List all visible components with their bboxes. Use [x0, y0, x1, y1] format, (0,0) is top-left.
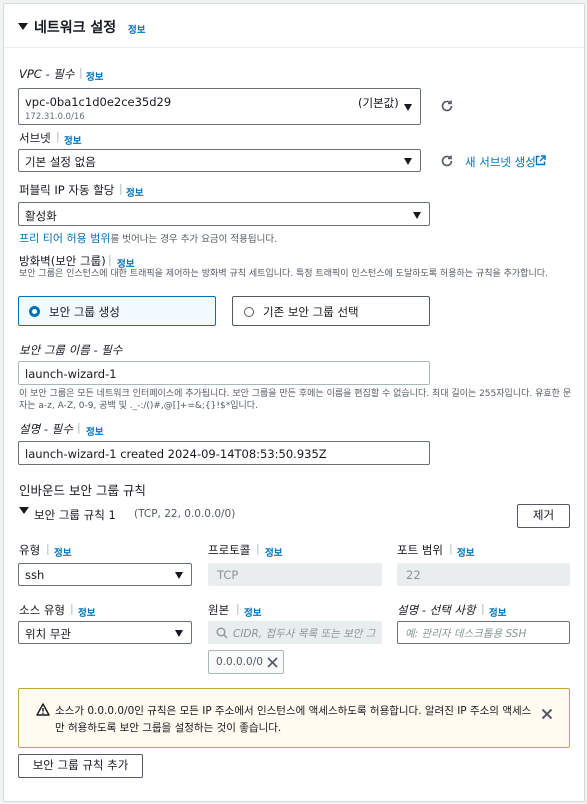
description-label-text: 설명 - 필수: [19, 422, 73, 436]
source-type-value: 위치 무관: [25, 627, 71, 641]
rule-summary: (TCP, 22, 0.0.0.0/0): [134, 508, 236, 520]
description-label: 설명 - 필수: [19, 421, 73, 437]
firewall-description: 보안 그룹은 인스턴스에 대한 트래픽을 제어하는 방화벽 규칙 세트입니다. …: [19, 269, 548, 279]
divider: |: [236, 602, 240, 615]
radio-unselected-icon: [244, 307, 254, 317]
type-value: ssh: [25, 568, 45, 582]
collapse-caret-icon[interactable]: [18, 23, 28, 30]
radio-existing-sg-label: 기존 보안 그룹 선택: [263, 305, 359, 319]
source-type-select[interactable]: 위치 무관: [18, 621, 192, 644]
chevron-down-icon: [175, 630, 183, 637]
network-settings-panel: 네트워크 설정 정보 VPC - 필수 | 정보 vpc-0ba1c1d0e2c…: [3, 3, 585, 802]
chevron-down-icon: [175, 572, 183, 579]
rule-title: 보안 그룹 규칙 1: [34, 508, 116, 522]
warning-alert: 소스가 0.0.0.0/0인 규칙은 모든 IP 주소에서 인스턴스에 액세스하…: [18, 688, 570, 748]
subnet-select[interactable]: 기본 설정 없음: [18, 149, 421, 172]
public-ip-value: 활성화: [25, 209, 57, 223]
divider: |: [256, 542, 260, 555]
description-input[interactable]: launch-wizard-1 created 2024-09-14T08:53…: [18, 441, 430, 465]
source-label: 원본: [208, 603, 230, 617]
radio-create-sg-label: 보안 그룹 생성: [49, 305, 120, 319]
public-ip-label: 퍼블릭 IP 자동 할당: [19, 183, 115, 197]
divider: |: [119, 182, 123, 195]
type-label: 유형: [19, 543, 41, 557]
rule-desc-label-text: 설명 - 선택 사항: [397, 603, 476, 617]
rule-desc-label: 설명 - 선택 사항: [397, 602, 476, 618]
divider: |: [108, 253, 112, 266]
refresh-icon[interactable]: [440, 99, 454, 113]
chevron-down-icon: [404, 158, 412, 165]
close-icon[interactable]: [541, 708, 553, 723]
port-label: 포트 범위: [397, 543, 443, 557]
public-ip-select[interactable]: 활성화: [18, 202, 430, 226]
rule-collapse-caret-icon[interactable]: [19, 507, 29, 514]
section-header: 네트워크 설정 정보: [4, 4, 584, 48]
source-search-input[interactable]: CIDR, 접두사 목록 또는 보안 그: [208, 621, 382, 644]
sg-name-label: 보안 그룹 이름 - 필수: [19, 342, 122, 358]
section-title: 네트워크 설정: [34, 20, 117, 36]
warning-text: 소스가 0.0.0.0/0인 규칙은 모든 IP 주소에서 인스턴스에 액세스하…: [55, 705, 532, 734]
radio-existing-sg[interactable]: 기존 보안 그룹 선택: [232, 296, 430, 326]
inbound-title: 인바운드 보안 그룹 규칙: [19, 483, 146, 498]
subnet-label: 서브넷: [19, 131, 51, 145]
public-ip-info-link[interactable]: 정보: [126, 185, 143, 199]
subnet-info-link[interactable]: 정보: [64, 133, 81, 147]
vpc-label-text: VPC - 필수: [19, 67, 75, 81]
sg-name-label-text: 보안 그룹 이름 - 필수: [19, 343, 123, 357]
section-info-link[interactable]: 정보: [128, 22, 145, 36]
radio-create-sg[interactable]: 보안 그룹 생성: [18, 296, 216, 326]
vpc-cidr: 172.31.0.0/16: [25, 112, 85, 122]
free-tier-note: 프리 티어 허용 범위를 벗어나는 경우 추가 요금이 적용됩니다.: [19, 230, 277, 246]
protocol-label: 프로토콜: [208, 543, 251, 557]
free-tier-text: 를 벗어나는 경우 추가 요금이 적용됩니다.: [110, 234, 278, 245]
source-token-value: 0.0.0.0/0: [216, 656, 263, 668]
remove-rule-button[interactable]: 제거: [517, 504, 570, 528]
divider: |: [46, 542, 50, 555]
new-subnet-link[interactable]: 새 서브넷 생성: [465, 154, 536, 170]
vpc-value: vpc-0ba1c1d0e2ce35d29: [25, 95, 172, 109]
rule-desc-placeholder: 예: 관리자 데스크톱용 SSH: [405, 628, 527, 640]
external-link-icon[interactable]: [535, 155, 546, 169]
type-select[interactable]: ssh: [18, 563, 192, 586]
protocol-input: TCP: [208, 563, 382, 586]
chevron-down-icon: [404, 104, 412, 111]
token-dismiss-icon[interactable]: [267, 657, 278, 671]
chevron-down-icon: [413, 212, 421, 219]
source-type-info-link[interactable]: 정보: [78, 605, 95, 619]
divider: |: [70, 602, 74, 615]
description-info-link[interactable]: 정보: [86, 424, 103, 438]
divider: |: [481, 602, 485, 615]
vpc-label: VPC - 필수: [19, 66, 74, 82]
rule-desc-info-link[interactable]: 정보: [489, 605, 506, 619]
vpc-select[interactable]: vpc-0ba1c1d0e2ce35d29 (기본값) 172.31.0.0/1…: [18, 88, 421, 125]
source-token: 0.0.0.0/0: [208, 650, 284, 674]
rule-desc-input[interactable]: 예: 관리자 데스크톱용 SSH: [397, 621, 570, 644]
divider: |: [56, 130, 60, 143]
source-type-label: 소스 유형: [19, 603, 65, 617]
warning-icon: [36, 703, 50, 719]
divider: |: [79, 66, 83, 79]
protocol-info-link[interactable]: 정보: [265, 545, 282, 559]
refresh-icon[interactable]: [440, 154, 454, 168]
source-placeholder: CIDR, 접두사 목록 또는 보안 그: [233, 628, 376, 640]
type-info-link[interactable]: 정보: [54, 545, 71, 559]
add-rule-button[interactable]: 보안 그룹 규칙 추가: [18, 754, 143, 778]
search-icon: [216, 627, 228, 642]
sg-name-input[interactable]: launch-wizard-1: [18, 361, 430, 385]
port-input: 22: [397, 563, 570, 586]
firewall-label: 방화벽(보안 그룹): [19, 254, 106, 268]
subnet-value: 기본 설정 없음: [25, 155, 96, 169]
port-info-link[interactable]: 정보: [457, 545, 474, 559]
source-info-link[interactable]: 정보: [244, 605, 261, 619]
divider: |: [449, 542, 453, 555]
divider: |: [77, 421, 81, 434]
vpc-default-tag: (기본값): [358, 96, 399, 110]
radio-selected-icon: [29, 306, 40, 317]
sg-name-help: 이 보안 그룹은 모든 네트워크 인터페이스에 추가됩니다. 보안 그룹을 만든…: [19, 389, 572, 411]
vpc-info-link[interactable]: 정보: [86, 69, 103, 83]
free-tier-link[interactable]: 프리 티어 허용 범위: [19, 232, 110, 245]
